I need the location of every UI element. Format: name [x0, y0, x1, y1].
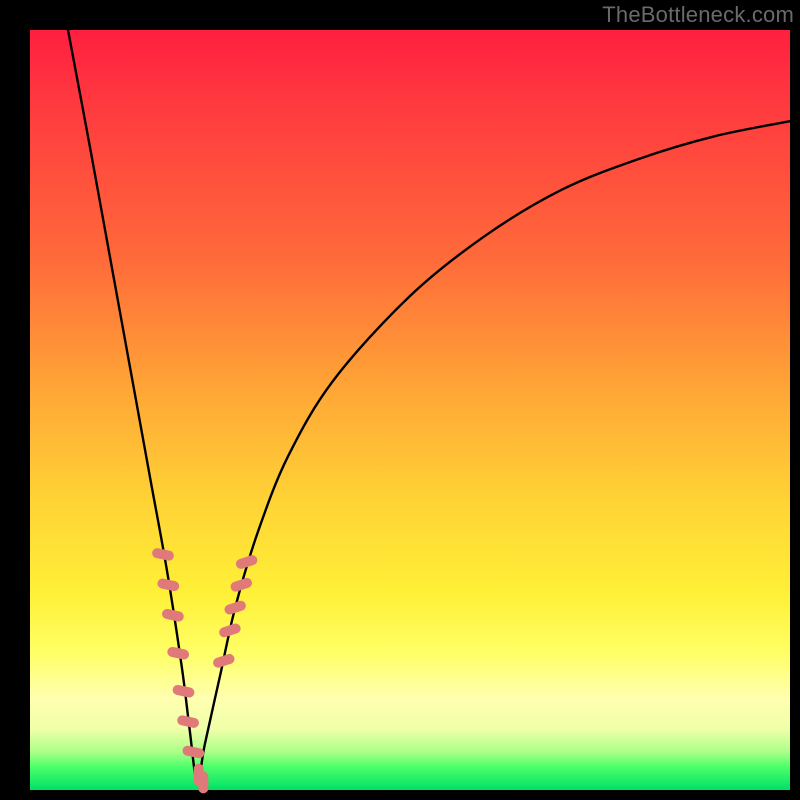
- bottleneck-curve-path: [68, 30, 790, 783]
- highlight-marker: [157, 578, 181, 592]
- highlight-marker: [166, 646, 190, 660]
- highlight-marker: [198, 771, 208, 793]
- highlight-marker: [176, 714, 200, 728]
- highlight-marker: [151, 547, 175, 561]
- highlight-marker: [223, 599, 247, 615]
- watermark-text: TheBottleneck.com: [602, 2, 794, 28]
- highlight-marker: [182, 745, 206, 759]
- highlight-markers: [151, 547, 258, 793]
- chart-frame: TheBottleneck.com: [0, 0, 800, 800]
- highlight-marker: [229, 577, 253, 593]
- highlight-marker: [161, 608, 185, 622]
- bottleneck-curve-svg: [30, 30, 790, 790]
- plot-area: [30, 30, 790, 790]
- highlight-marker: [172, 684, 196, 698]
